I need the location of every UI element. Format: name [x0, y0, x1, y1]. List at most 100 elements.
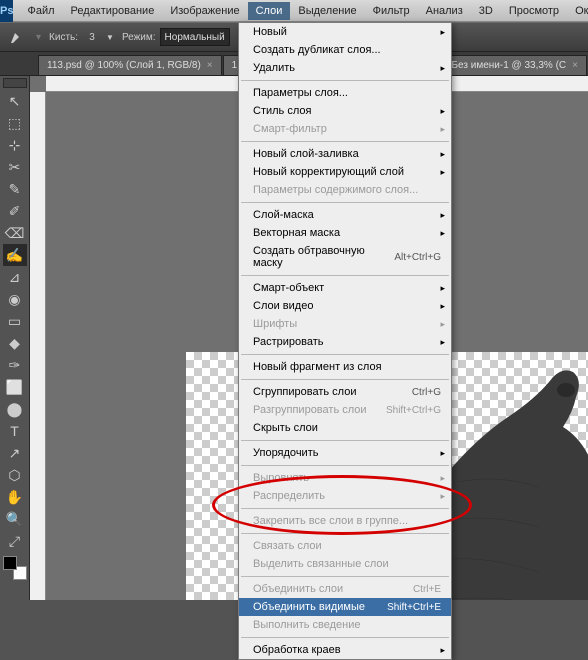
menu-item[interactable]: Удалить [239, 59, 451, 77]
menu-item[interactable]: Слой-маска [239, 206, 451, 224]
menu-item[interactable]: Создать дубликат слоя... [239, 41, 451, 59]
menu-separator [241, 440, 449, 441]
menu-item[interactable]: Смарт-объект [239, 279, 451, 297]
menu-item-label: Смарт-объект [253, 282, 324, 294]
menu-фильтр[interactable]: Фильтр [365, 2, 418, 20]
menu-item[interactable]: Новый слой-заливка [239, 145, 451, 163]
menu-item[interactable]: Упорядочить [239, 444, 451, 462]
chevron-down-icon[interactable]: ▼ [106, 33, 114, 42]
tool-button[interactable]: ⊹ [3, 134, 27, 156]
tool-button[interactable]: ⊿ [3, 266, 27, 288]
menu-item-label: Новый корректирующий слой [253, 166, 404, 178]
menu-item[interactable]: Растрировать [239, 333, 451, 351]
menu-item-label: Удалить [253, 62, 295, 74]
tool-button[interactable]: ✑ [3, 354, 27, 376]
menu-separator [241, 80, 449, 81]
menu-item[interactable]: Параметры слоя... [239, 84, 451, 102]
menu-item[interactable]: Сгруппировать слоиCtrl+G [239, 383, 451, 401]
menu-редактирование[interactable]: Редактирование [63, 2, 163, 20]
brush-label: Кисть: [49, 32, 78, 43]
menu-item-label: Упорядочить [253, 447, 318, 459]
brush-size-field[interactable]: Кисть: 3 ▼ [49, 32, 114, 43]
menu-item-label: Разгруппировать слои [253, 404, 367, 416]
menu-shortcut: Alt+Ctrl+G [394, 252, 441, 263]
menu-item-label: Смарт-фильтр [253, 123, 327, 135]
menu-item-label: Обработка краев [253, 644, 341, 656]
menu-item[interactable]: Стиль слоя [239, 102, 451, 120]
tool-button[interactable]: ✎ [3, 178, 27, 200]
menu-анализ[interactable]: Анализ [418, 2, 471, 20]
tool-button[interactable]: ⬡ [3, 464, 27, 486]
menu-окно[interactable]: Окно [567, 2, 588, 20]
layers-menu-dropdown: Новый Создать дубликат слоя... Удалить Пара… [238, 22, 452, 660]
document-tab[interactable]: 113.psd @ 100% (Слой 1, RGB/8)× [38, 55, 222, 75]
menu-separator [241, 533, 449, 534]
tool-button[interactable]: 🔍 [3, 508, 27, 530]
menu-item[interactable]: Создать обтравочную маскуAlt+Ctrl+G [239, 242, 451, 272]
menu-item-label: Выровнять [253, 472, 309, 484]
menu-item-label: Создать дубликат слоя... [253, 44, 381, 56]
tool-button[interactable]: ⤢ [3, 530, 27, 552]
tool-button[interactable]: ↗ [3, 442, 27, 464]
close-icon[interactable]: × [572, 60, 578, 71]
tool-button[interactable]: ◉ [3, 288, 27, 310]
tool-button[interactable]: ⌫ [3, 222, 27, 244]
fg-color-swatch[interactable] [3, 556, 17, 570]
menu-separator [241, 465, 449, 466]
document-tab[interactable]: Без имени-1 @ 33,3% (С× [442, 55, 587, 75]
toolbox-grip[interactable] [3, 78, 27, 88]
menu-3d[interactable]: 3D [471, 2, 501, 20]
menu-item-label: Объединить слои [253, 583, 343, 595]
menu-item[interactable]: Новый фрагмент из слоя [239, 358, 451, 376]
menu-выделение[interactable]: Выделение [290, 2, 364, 20]
menu-изображение[interactable]: Изображение [162, 2, 247, 20]
tool-button[interactable]: ✐ [3, 200, 27, 222]
tool-button[interactable]: ✋ [3, 486, 27, 508]
ruler-vertical [30, 92, 46, 600]
menu-item-label: Слой-маска [253, 209, 314, 221]
menu-item[interactable]: Векторная маска [239, 224, 451, 242]
tool-button[interactable]: ⬚ [3, 112, 27, 134]
tool-button[interactable]: ⬜ [3, 376, 27, 398]
tool-button[interactable]: T [3, 420, 27, 442]
menu-separator [241, 508, 449, 509]
menu-item[interactable]: Скрыть слои [239, 419, 451, 437]
menu-просмотр[interactable]: Просмотр [501, 2, 567, 20]
color-swatches[interactable] [3, 556, 27, 580]
tool-button[interactable]: ↖ [3, 90, 27, 112]
menu-shortcut: Shift+Ctrl+E [387, 602, 441, 613]
tool-button[interactable]: ⬤ [3, 398, 27, 420]
tool-button[interactable]: ▭ [3, 310, 27, 332]
menu-item-label: Слои видео [253, 300, 313, 312]
menu-item-label: Новый слой-заливка [253, 148, 359, 160]
menu-separator [241, 141, 449, 142]
menu-слои[interactable]: Слои [248, 2, 291, 20]
close-icon[interactable]: × [207, 60, 213, 71]
menubar: Ps ФайлРедактированиеИзображениеСлоиВыде… [0, 0, 588, 22]
menu-separator [241, 275, 449, 276]
menu-item-label: Новый фрагмент из слоя [253, 361, 382, 373]
menu-item[interactable]: Новый [239, 23, 451, 41]
app-logo: Ps [0, 0, 13, 22]
tool-button[interactable]: ◆ [3, 332, 27, 354]
mode-label: Режим: [122, 32, 156, 43]
tool-button[interactable]: ✂ [3, 156, 27, 178]
menu-item-label: Сгруппировать слои [253, 386, 356, 398]
menu-файл[interactable]: Файл [19, 2, 62, 20]
menu-item: Объединить слоиCtrl+E [239, 580, 451, 598]
menu-item[interactable]: Объединить видимые Shift+Ctrl+E [239, 598, 451, 616]
menu-item[interactable]: Новый корректирующий слой [239, 163, 451, 181]
brush-size-value[interactable]: 3 [82, 32, 102, 43]
menu-item-label: Новый [253, 26, 287, 38]
menu-item[interactable]: Слои видео [239, 297, 451, 315]
tool-button[interactable]: ✍ [3, 244, 27, 266]
menu-item[interactable]: Обработка краев [239, 641, 451, 659]
blend-mode-field[interactable]: Режим: [122, 28, 230, 46]
menubar-items: ФайлРедактированиеИзображениеСлоиВыделен… [19, 2, 588, 20]
menu-item: Шрифты [239, 315, 451, 333]
menu-item-label: Объединить видимые [253, 601, 365, 613]
menu-item: Выровнять [239, 469, 451, 487]
current-tool-icon[interactable] [6, 26, 28, 48]
menu-item-label: Закрепить все слои в группе... [253, 515, 408, 527]
mode-select[interactable] [160, 28, 230, 46]
